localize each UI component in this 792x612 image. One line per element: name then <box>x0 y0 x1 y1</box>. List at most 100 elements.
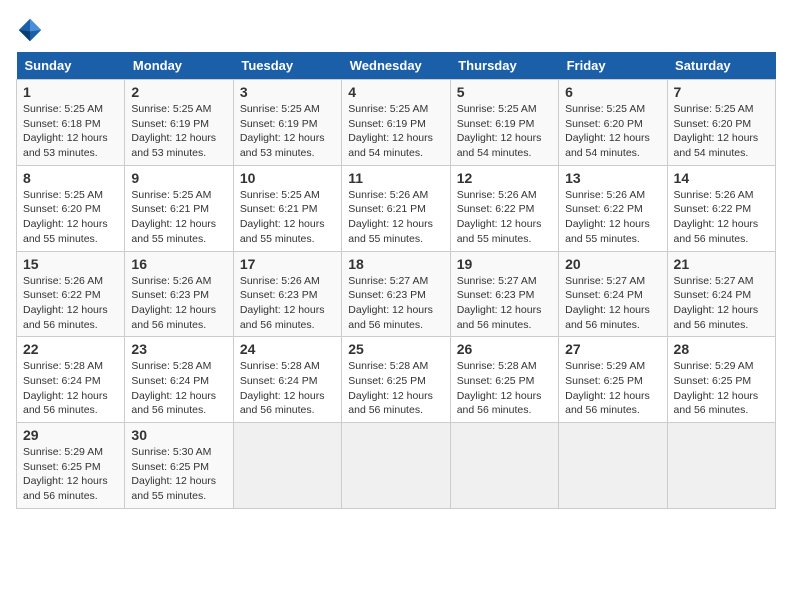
day-cell <box>233 423 341 509</box>
day-number: 5 <box>457 84 552 100</box>
logo <box>16 16 48 44</box>
day-cell: 25 Sunrise: 5:28 AM Sunset: 6:25 PM Dayli… <box>342 337 450 423</box>
day-cell: 28 Sunrise: 5:29 AM Sunset: 6:25 PM Dayli… <box>667 337 775 423</box>
day-info: Sunrise: 5:28 AM Sunset: 6:24 PM Dayligh… <box>23 359 118 418</box>
day-info: Sunrise: 5:27 AM Sunset: 6:24 PM Dayligh… <box>565 274 660 333</box>
day-number: 25 <box>348 341 443 357</box>
day-number: 22 <box>23 341 118 357</box>
day-cell: 26 Sunrise: 5:28 AM Sunset: 6:25 PM Dayli… <box>450 337 558 423</box>
day-info: Sunrise: 5:26 AM Sunset: 6:22 PM Dayligh… <box>674 188 769 247</box>
week-row-1: 1 Sunrise: 5:25 AM Sunset: 6:18 PM Daylig… <box>17 80 776 166</box>
day-number: 29 <box>23 427 118 443</box>
day-cell: 15 Sunrise: 5:26 AM Sunset: 6:22 PM Dayli… <box>17 251 125 337</box>
day-number: 10 <box>240 170 335 186</box>
day-info: Sunrise: 5:29 AM Sunset: 6:25 PM Dayligh… <box>674 359 769 418</box>
day-info: Sunrise: 5:28 AM Sunset: 6:24 PM Dayligh… <box>240 359 335 418</box>
day-number: 2 <box>131 84 226 100</box>
day-info: Sunrise: 5:29 AM Sunset: 6:25 PM Dayligh… <box>565 359 660 418</box>
day-number: 13 <box>565 170 660 186</box>
day-info: Sunrise: 5:26 AM Sunset: 6:22 PM Dayligh… <box>23 274 118 333</box>
day-number: 8 <box>23 170 118 186</box>
day-cell: 3 Sunrise: 5:25 AM Sunset: 6:19 PM Daylig… <box>233 80 341 166</box>
day-number: 3 <box>240 84 335 100</box>
day-cell <box>450 423 558 509</box>
day-info: Sunrise: 5:25 AM Sunset: 6:21 PM Dayligh… <box>131 188 226 247</box>
day-info: Sunrise: 5:25 AM Sunset: 6:19 PM Dayligh… <box>348 102 443 161</box>
day-info: Sunrise: 5:29 AM Sunset: 6:25 PM Dayligh… <box>23 445 118 504</box>
day-cell: 16Sunrise: 5:26 AM Sunset: 6:23 PM Dayli… <box>125 251 233 337</box>
day-info: Sunrise: 5:27 AM Sunset: 6:24 PM Dayligh… <box>674 274 769 333</box>
day-info: Sunrise: 5:25 AM Sunset: 6:19 PM Dayligh… <box>457 102 552 161</box>
day-number: 18 <box>348 256 443 272</box>
day-info: Sunrise: 5:25 AM Sunset: 6:20 PM Dayligh… <box>674 102 769 161</box>
day-cell: 20 Sunrise: 5:27 AM Sunset: 6:24 PM Dayli… <box>559 251 667 337</box>
calendar-header <box>16 16 776 44</box>
day-info: Sunrise: 5:28 AM Sunset: 6:24 PM Dayligh… <box>131 359 226 418</box>
col-header-sunday: Sunday <box>17 52 125 80</box>
day-cell: 12 Sunrise: 5:26 AM Sunset: 6:22 PM Dayli… <box>450 165 558 251</box>
day-cell: 4 Sunrise: 5:25 AM Sunset: 6:19 PM Daylig… <box>342 80 450 166</box>
day-info: Sunrise: 5:26 AM Sunset: 6:23 PM Dayligh… <box>240 274 335 333</box>
col-header-friday: Friday <box>559 52 667 80</box>
day-cell: 23Sunrise: 5:28 AM Sunset: 6:24 PM Dayli… <box>125 337 233 423</box>
day-info: Sunrise: 5:26 AM Sunset: 6:21 PM Dayligh… <box>348 188 443 247</box>
day-number: 19 <box>457 256 552 272</box>
logo-icon <box>16 16 44 44</box>
col-header-monday: Monday <box>125 52 233 80</box>
day-info: Sunrise: 5:25 AM Sunset: 6:20 PM Dayligh… <box>565 102 660 161</box>
day-cell: 8 Sunrise: 5:25 AM Sunset: 6:20 PM Daylig… <box>17 165 125 251</box>
day-number: 1 <box>23 84 118 100</box>
day-number: 11 <box>348 170 443 186</box>
day-cell: 6 Sunrise: 5:25 AM Sunset: 6:20 PM Daylig… <box>559 80 667 166</box>
day-info: Sunrise: 5:30 AM Sunset: 6:25 PM Dayligh… <box>131 445 226 504</box>
day-info: Sunrise: 5:25 AM Sunset: 6:19 PM Dayligh… <box>240 102 335 161</box>
day-info: Sunrise: 5:25 AM Sunset: 6:19 PM Dayligh… <box>131 102 226 161</box>
day-cell: 10 Sunrise: 5:25 AM Sunset: 6:21 PM Dayli… <box>233 165 341 251</box>
week-row-3: 15 Sunrise: 5:26 AM Sunset: 6:22 PM Dayli… <box>17 251 776 337</box>
day-cell: 11 Sunrise: 5:26 AM Sunset: 6:21 PM Dayli… <box>342 165 450 251</box>
day-number: 15 <box>23 256 118 272</box>
day-cell: 1 Sunrise: 5:25 AM Sunset: 6:18 PM Daylig… <box>17 80 125 166</box>
header-row: SundayMondayTuesdayWednesdayThursdayFrid… <box>17 52 776 80</box>
calendar-table: SundayMondayTuesdayWednesdayThursdayFrid… <box>16 52 776 509</box>
day-cell: 30 Sunrise: 5:30 AM Sunset: 6:25 PM Dayli… <box>125 423 233 509</box>
week-row-4: 22 Sunrise: 5:28 AM Sunset: 6:24 PM Dayli… <box>17 337 776 423</box>
day-info: Sunrise: 5:25 AM Sunset: 6:18 PM Dayligh… <box>23 102 118 161</box>
day-info: Sunrise: 5:28 AM Sunset: 6:25 PM Dayligh… <box>348 359 443 418</box>
day-cell: 7 Sunrise: 5:25 AM Sunset: 6:20 PM Daylig… <box>667 80 775 166</box>
day-info: Sunrise: 5:27 AM Sunset: 6:23 PM Dayligh… <box>348 274 443 333</box>
day-info: Sunrise: 5:25 AM Sunset: 6:21 PM Dayligh… <box>240 188 335 247</box>
day-number: 26 <box>457 341 552 357</box>
day-number: 6 <box>565 84 660 100</box>
col-header-thursday: Thursday <box>450 52 558 80</box>
day-info: Sunrise: 5:26 AM Sunset: 6:22 PM Dayligh… <box>565 188 660 247</box>
day-cell: 19Sunrise: 5:27 AM Sunset: 6:23 PM Dayli… <box>450 251 558 337</box>
day-number: 12 <box>457 170 552 186</box>
col-header-saturday: Saturday <box>667 52 775 80</box>
day-cell: 22 Sunrise: 5:28 AM Sunset: 6:24 PM Dayli… <box>17 337 125 423</box>
day-cell <box>667 423 775 509</box>
day-number: 28 <box>674 341 769 357</box>
day-cell <box>342 423 450 509</box>
day-cell: 13 Sunrise: 5:26 AM Sunset: 6:22 PM Dayli… <box>559 165 667 251</box>
day-cell <box>559 423 667 509</box>
day-cell: 5 Sunrise: 5:25 AM Sunset: 6:19 PM Daylig… <box>450 80 558 166</box>
day-cell: 27Sunrise: 5:29 AM Sunset: 6:25 PM Dayli… <box>559 337 667 423</box>
day-info: Sunrise: 5:26 AM Sunset: 6:22 PM Dayligh… <box>457 188 552 247</box>
day-cell: 21 Sunrise: 5:27 AM Sunset: 6:24 PM Dayli… <box>667 251 775 337</box>
day-number: 24 <box>240 341 335 357</box>
day-info: Sunrise: 5:28 AM Sunset: 6:25 PM Dayligh… <box>457 359 552 418</box>
day-number: 16 <box>131 256 226 272</box>
day-number: 7 <box>674 84 769 100</box>
day-number: 4 <box>348 84 443 100</box>
day-number: 21 <box>674 256 769 272</box>
day-cell: 9 Sunrise: 5:25 AM Sunset: 6:21 PM Daylig… <box>125 165 233 251</box>
day-number: 30 <box>131 427 226 443</box>
day-info: Sunrise: 5:25 AM Sunset: 6:20 PM Dayligh… <box>23 188 118 247</box>
day-number: 20 <box>565 256 660 272</box>
col-header-tuesday: Tuesday <box>233 52 341 80</box>
day-number: 17 <box>240 256 335 272</box>
day-cell: 29 Sunrise: 5:29 AM Sunset: 6:25 PM Dayli… <box>17 423 125 509</box>
day-cell: 14Sunrise: 5:26 AM Sunset: 6:22 PM Dayli… <box>667 165 775 251</box>
day-number: 9 <box>131 170 226 186</box>
